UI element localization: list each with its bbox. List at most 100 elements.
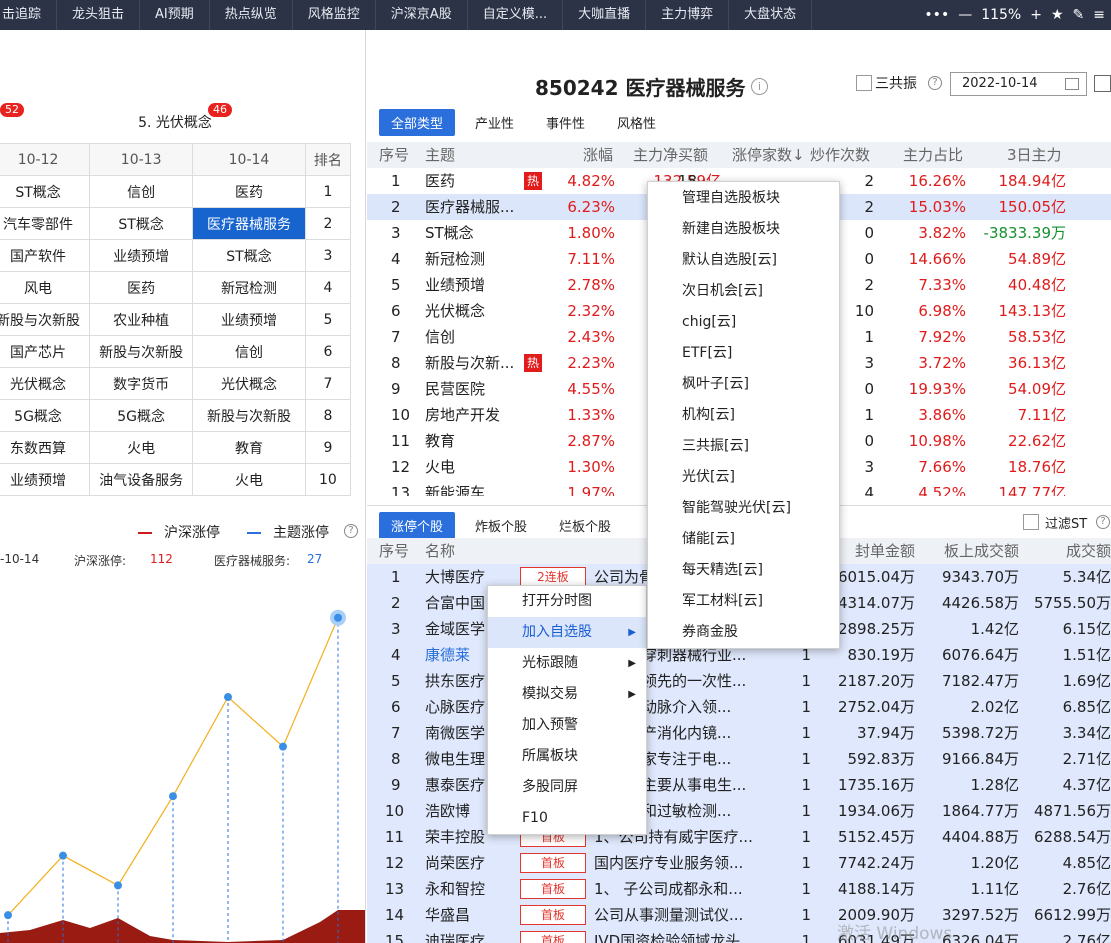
segment-tab[interactable]: 事件性 (534, 109, 597, 136)
segment-tab[interactable]: 炸板个股 (463, 512, 539, 539)
stock-row[interactable]: 6 心脉医疗 主动脉介入领... 1 2752.04万 2.02亿 6.85亿 (367, 694, 1111, 720)
rank-cell[interactable]: 业绩预增 (0, 463, 91, 496)
submenu-item[interactable]: 枫叶子[云] (648, 369, 839, 400)
stock-row[interactable]: 14 华盛昌 首板 公司从事测量测试仪... 1 2009.90万 3297.52万 6612… (367, 902, 1111, 928)
stock-row[interactable]: 15 迪瑞医疗 首板 IVD国资检验领域龙头 1 6031.49万 6326.04万 2.76… (367, 928, 1111, 943)
submenu-item[interactable]: 三共振[云] (648, 431, 839, 462)
column-header[interactable]: 封单金额 (855, 538, 915, 564)
submenu-item[interactable]: 军工材料[云] (648, 586, 839, 617)
context-menu-item[interactable]: F10 (488, 803, 646, 834)
column-header[interactable]: 炒作次数 (810, 142, 870, 168)
calendar-icon[interactable] (1065, 78, 1079, 90)
nav-tab[interactable]: 自定义模... (468, 0, 564, 30)
column-header[interactable]: 涨幅 (583, 142, 613, 168)
nav-tab[interactable]: 风格监控 (293, 0, 376, 30)
rank-cell[interactable]: ST概念 (0, 175, 91, 208)
rank-cell[interactable]: 汽车零部件 (0, 207, 91, 240)
segment-tab[interactable]: 风格性 (605, 109, 668, 136)
data-point[interactable] (330, 609, 346, 626)
submenu-item[interactable]: ETF[云] (648, 338, 839, 369)
column-header[interactable]: 涨停家数↓ (732, 142, 805, 168)
rank-cell[interactable]: 5G概念 (89, 399, 194, 432)
zoom-in-button[interactable]: + (1030, 7, 1042, 23)
submenu-item[interactable]: 新建自选股板块 (648, 214, 839, 245)
segment-tab[interactable]: 产业性 (463, 109, 526, 136)
data-point[interactable] (279, 742, 287, 751)
rank-cell[interactable]: 医疗器械服务 (192, 207, 306, 240)
submenu-item[interactable]: 管理自选股板块 (648, 183, 839, 214)
nav-tab[interactable]: 沪深京A股 (376, 0, 468, 30)
stock-row[interactable]: 13 永和智控 首板 1、 子公司成都永和... 1 4188.14万 1.11亿 2.76亿 (367, 876, 1111, 902)
rank-cell[interactable]: 新股与次新股 (192, 399, 306, 432)
edit-icon[interactable]: ✎ (1073, 7, 1085, 23)
rank-cell[interactable]: 新冠检测 (192, 271, 306, 304)
export-icon[interactable] (1094, 75, 1111, 92)
data-point[interactable] (59, 851, 67, 860)
column-header[interactable]: 序号 (379, 538, 409, 564)
rank-cell[interactable]: 火电 (192, 463, 306, 496)
context-menu-item[interactable]: 打开分时图 (488, 586, 646, 617)
rank-cell[interactable]: 业绩预增 (192, 303, 306, 336)
rank-cell[interactable]: 农业种植 (89, 303, 194, 336)
column-header[interactable]: 主力净买额 (633, 142, 708, 168)
data-point[interactable] (169, 792, 177, 801)
rank-cell[interactable]: 教育 (192, 431, 306, 464)
column-header[interactable]: 名称 (425, 538, 455, 564)
column-header[interactable]: 主题 (425, 142, 455, 168)
rank-cell[interactable]: 业绩预增 (89, 239, 194, 272)
nav-tab[interactable]: 大咖直播 (563, 0, 647, 30)
stock-row[interactable]: 9 惠泰医疗 司主要从事电生... 1 1735.16万 1.28亿 4.37亿 (367, 772, 1111, 798)
help-icon[interactable]: ? (928, 76, 942, 90)
rank-cell[interactable]: 信创 (89, 175, 194, 208)
rank-cell[interactable]: 医药 (192, 175, 306, 208)
rank-cell[interactable]: 国产芯片 (0, 335, 91, 368)
submenu-item[interactable]: 储能[云] (648, 524, 839, 555)
segment-tab[interactable]: 全部类型 (379, 109, 456, 136)
nav-tab[interactable]: 龙头狙击 (57, 0, 141, 30)
date-picker[interactable]: 2022-10-14 (950, 72, 1087, 96)
rank-cell[interactable]: 光伏概念 (0, 367, 91, 400)
nav-tab[interactable]: 大盘状态 (729, 0, 813, 30)
column-header[interactable]: 主力占比 (903, 142, 963, 168)
nav-tab[interactable]: 主力博弈 (646, 0, 730, 30)
rank-cell[interactable]: 信创 (192, 335, 306, 368)
stock-row[interactable]: 7 南微医学 国产消化内镜... 1 37.94万 5398.72万 3.34亿 (367, 720, 1111, 746)
rank-cell[interactable]: 火电 (89, 431, 194, 464)
column-header[interactable]: 序号 (379, 142, 409, 168)
rank-cell[interactable]: 光伏概念 (192, 367, 306, 400)
column-header[interactable]: 3日主力 (1007, 142, 1062, 168)
more-menu-button[interactable]: ••• (924, 7, 949, 23)
data-point[interactable] (4, 911, 12, 920)
filter-st-checkbox[interactable] (1023, 514, 1039, 530)
data-point[interactable] (114, 881, 122, 890)
nav-tab[interactable]: 击追踪 (0, 0, 58, 30)
star-icon[interactable]: ★ (1051, 7, 1064, 23)
rank-cell[interactable]: 新股与次新股 (0, 303, 91, 336)
menu-icon[interactable]: ≡ (1093, 7, 1105, 23)
zoom-out-button[interactable]: — (958, 7, 972, 23)
rank-cell[interactable]: 油气设备服务 (89, 463, 194, 496)
rank-cell[interactable]: 新股与次新股 (89, 335, 194, 368)
rank-cell[interactable]: 医药 (89, 271, 194, 304)
rank-cell[interactable]: 数字货币 (89, 367, 194, 400)
context-menu-item[interactable]: 加入自选股 ▶ (488, 617, 646, 648)
submenu-item[interactable]: 光伏[云] (648, 462, 839, 493)
column-header[interactable]: 板上成交额 (944, 538, 1019, 564)
context-menu-item[interactable]: 光标跟随 ▶ (488, 648, 646, 679)
submenu-item[interactable]: chig[云] (648, 307, 839, 338)
submenu-item[interactable]: 次日机会[云] (648, 276, 839, 307)
nav-tab[interactable]: 热点纵览 (210, 0, 293, 30)
stock-row[interactable]: 12 尚荣医疗 首板 国内医疗专业服务领... 1 7742.24万 1.20亿 4.85亿 (367, 850, 1111, 876)
context-menu-item[interactable]: 多股同屏 (488, 772, 646, 803)
stock-row[interactable]: 11 荣丰控股 首板 1、公司持有威宇医疗... 1 5152.45万 4404.88万 62… (367, 824, 1111, 850)
stock-row[interactable]: 10 浩欧博 免和过敏检测... 1 1934.06万 1864.77万 4871.56万 (367, 798, 1111, 824)
submenu-item[interactable]: 每天精选[云] (648, 555, 839, 586)
submenu-item[interactable]: 机构[云] (648, 400, 839, 431)
info-icon[interactable]: i (751, 78, 768, 95)
segment-tab[interactable]: 烂板个股 (547, 512, 623, 539)
rank-cell[interactable]: 国产软件 (0, 239, 91, 272)
submenu-item[interactable]: 智能驾驶光伏[云] (648, 493, 839, 524)
rank-cell[interactable]: 5G概念 (0, 399, 91, 432)
rank-cell[interactable]: 风电 (0, 271, 91, 304)
help-icon[interactable]: ? (344, 524, 358, 538)
